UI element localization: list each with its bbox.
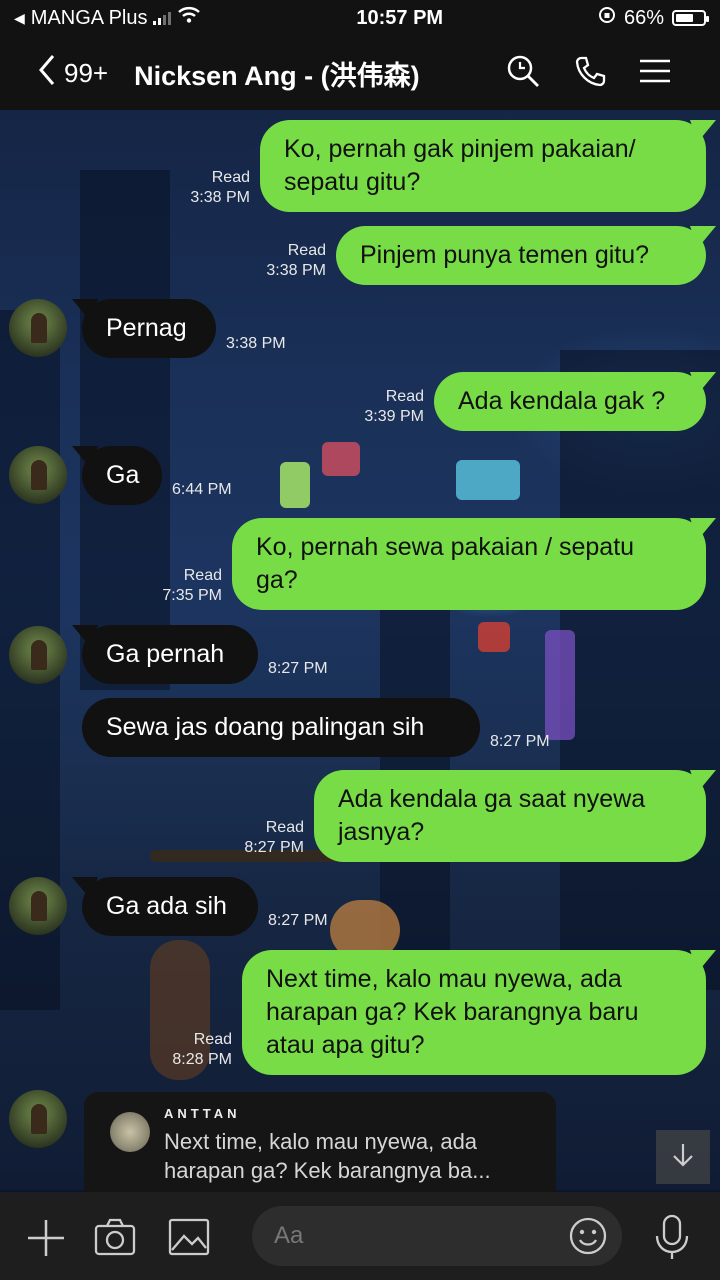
message-bubble[interactable]: Pinjem punya temen gitu? bbox=[336, 226, 706, 285]
message-line: Ko, pernah sewa pakaian / sepatu bbox=[256, 533, 635, 561]
message-line: sepatu gitu? bbox=[284, 168, 421, 196]
read-receipt: Read bbox=[265, 819, 304, 836]
menu-icon[interactable] bbox=[640, 59, 670, 88]
clock: 10:57 PM bbox=[356, 6, 444, 29]
avatar[interactable] bbox=[9, 446, 67, 504]
message-time: 8:27 PM bbox=[244, 839, 304, 856]
message-bubble[interactable]: Sewa jas doang palingan sih bbox=[82, 698, 480, 757]
message-time: 3:38 PM bbox=[190, 189, 250, 206]
image-icon[interactable] bbox=[168, 1218, 210, 1261]
plus-icon[interactable] bbox=[26, 1218, 66, 1263]
battery-icon bbox=[671, 10, 709, 26]
message-time: 8:27 PM bbox=[268, 912, 328, 929]
message-time: 6:44 PM bbox=[172, 481, 232, 498]
message-time: 3:38 PM bbox=[226, 335, 286, 352]
avatar[interactable] bbox=[9, 626, 67, 684]
reply-text-line: Next time, kalo mau nyewa, ada bbox=[164, 1129, 478, 1154]
message-line: Ga bbox=[106, 461, 140, 489]
message-line: Ga ada sih bbox=[106, 892, 227, 920]
message-time: 8:28 PM bbox=[172, 1051, 232, 1068]
scroll-to-bottom-button[interactable] bbox=[656, 1130, 710, 1184]
message-input[interactable] bbox=[274, 1222, 544, 1250]
message-time: 8:27 PM bbox=[268, 660, 328, 677]
phone-icon[interactable] bbox=[574, 55, 606, 92]
message-line: Ga pernah bbox=[106, 640, 225, 668]
reply-avatar bbox=[110, 1112, 150, 1152]
message-input-wrapper bbox=[252, 1206, 622, 1266]
message-line: atau apa gitu? bbox=[266, 1031, 425, 1059]
back-chevron-icon[interactable] bbox=[38, 54, 56, 93]
message-line: Next time, kalo mau nyewa, ada bbox=[266, 965, 622, 993]
message-time: 7:35 PM bbox=[162, 587, 222, 604]
read-receipt: Read bbox=[211, 169, 250, 186]
message-bubble[interactable]: Ko, pernah sewa pakaian / sepatu ga? bbox=[232, 518, 706, 610]
message-bubble[interactable]: Next time, kalo mau nyewa, ada harapan g… bbox=[242, 950, 706, 1075]
arrow-down-icon[interactable] bbox=[670, 1142, 696, 1173]
message-line: ga? bbox=[256, 566, 298, 594]
message-line: Pinjem punya temen gitu? bbox=[360, 241, 650, 269]
message-bubble[interactable]: Ada kendala gak ? bbox=[434, 372, 706, 431]
avatar[interactable] bbox=[9, 299, 67, 357]
message-time: 3:38 PM bbox=[266, 262, 326, 279]
camera-icon[interactable] bbox=[94, 1218, 136, 1261]
message-bubble[interactable]: Ada kendala ga saat nyewa jasnya? bbox=[314, 770, 706, 862]
message-line: Pernag bbox=[106, 314, 187, 342]
battery-percent: 66% bbox=[623, 6, 664, 29]
unread-count[interactable]: 99+ bbox=[64, 58, 108, 89]
message-bubble[interactable]: Ga bbox=[82, 446, 162, 505]
message-line: Ada kendala gak ? bbox=[458, 387, 666, 415]
chat-title: Nicksen Ang - (洪伟森) bbox=[134, 60, 420, 91]
message-line: jasnya? bbox=[338, 818, 425, 846]
message-bubble[interactable]: Pernag bbox=[82, 299, 216, 358]
reply-sender-name: ANTTAN bbox=[164, 1106, 241, 1121]
orientation-lock-icon bbox=[598, 6, 616, 30]
wifi-icon bbox=[177, 6, 201, 30]
back-to-app-icon[interactable]: ◀ bbox=[14, 10, 25, 27]
reply-text-line: harapan ga? Kek barangnya ba... bbox=[164, 1158, 491, 1183]
status-bar: ◀ MANGA Plus 10:57 PM 66% bbox=[0, 0, 720, 36]
read-receipt: Read bbox=[183, 567, 222, 584]
message-bubble[interactable]: Ko, pernah gak pinjem pakaian/ sepatu gi… bbox=[260, 120, 706, 212]
back-button[interactable]: 99+ bbox=[38, 54, 108, 93]
search-icon[interactable] bbox=[506, 54, 540, 93]
avatar[interactable] bbox=[9, 877, 67, 935]
message-line: Ada kendala ga saat nyewa bbox=[338, 785, 646, 813]
message-line: Ko, pernah gak pinjem pakaian/ bbox=[284, 135, 636, 163]
emoji-icon[interactable] bbox=[568, 1216, 608, 1263]
message-line: Sewa jas doang palingan sih bbox=[106, 713, 425, 741]
back-to-app-label[interactable]: MANGA Plus bbox=[31, 7, 148, 30]
read-receipt: Read bbox=[193, 1031, 232, 1048]
reply-preview[interactable]: ANTTAN Next time, kalo mau nyewa, ada ha… bbox=[84, 1092, 556, 1192]
message-time: 3:39 PM bbox=[364, 408, 424, 425]
cellular-signal-icon bbox=[153, 11, 172, 25]
read-receipt: Read bbox=[287, 242, 326, 259]
avatar[interactable] bbox=[9, 1090, 67, 1148]
chat-header: 99+ Nicksen Ang - (洪伟森) bbox=[0, 36, 720, 110]
microphone-icon[interactable] bbox=[654, 1214, 690, 1265]
message-time: 8:27 PM bbox=[490, 733, 550, 750]
message-line: harapan ga? Kek barangnya baru bbox=[266, 998, 639, 1026]
message-bubble[interactable]: Ga pernah bbox=[82, 625, 258, 684]
message-bubble[interactable]: Ga ada sih bbox=[82, 877, 258, 936]
read-receipt: Read bbox=[385, 388, 424, 405]
